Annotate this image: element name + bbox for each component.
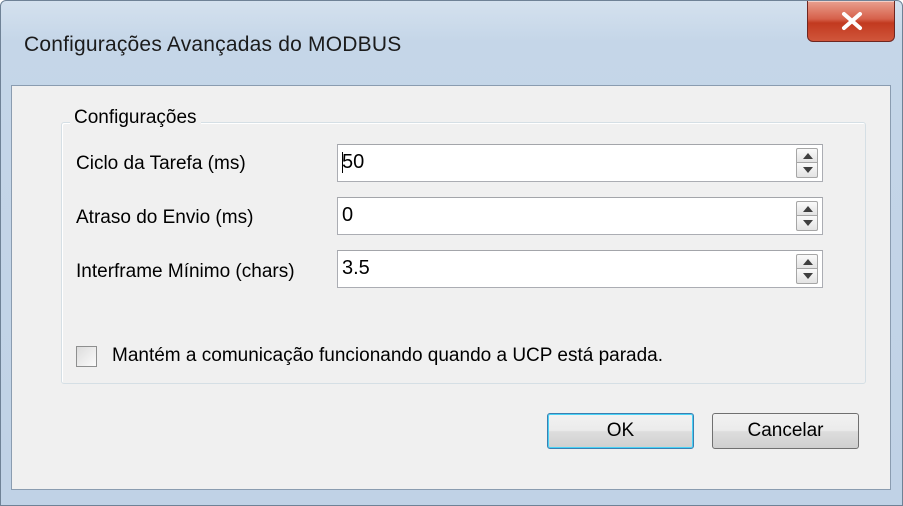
groupbox-legend: Configurações [70, 107, 201, 129]
arrow-up-icon [803, 206, 813, 212]
task-cycle-spinbox[interactable]: 50 [337, 144, 823, 182]
title-bar[interactable]: Configurações Avançadas do MODBUS [1, 1, 902, 85]
send-delay-label: Atraso do Envio (ms) [76, 207, 254, 228]
task-cycle-spin-buttons [796, 148, 818, 178]
task-cycle-label: Ciclo da Tarefa (ms) [76, 153, 246, 174]
arrow-down-icon [803, 273, 813, 279]
task-cycle-increment-button[interactable] [796, 148, 818, 163]
keep-communication-label[interactable]: Mantém a comunicação funcionando quando … [112, 345, 663, 367]
close-icon [842, 12, 862, 30]
arrow-up-icon [803, 259, 813, 265]
send-delay-increment-button[interactable] [796, 201, 818, 216]
close-button[interactable] [807, 1, 895, 42]
task-cycle-value[interactable]: 50 [342, 151, 364, 174]
interframe-spin-buttons [796, 254, 818, 284]
interframe-label: Interframe Mínimo (chars) [76, 261, 295, 282]
arrow-up-icon [803, 153, 813, 159]
interframe-increment-button[interactable] [796, 254, 818, 269]
interframe-spinbox[interactable]: 3.5 [337, 250, 823, 288]
dialog-window: Configurações Avançadas do MODBUS Config… [0, 0, 903, 506]
send-delay-value[interactable]: 0 [342, 204, 353, 227]
send-delay-spinbox[interactable]: 0 [337, 197, 823, 235]
window-title: Configurações Avançadas do MODBUS [24, 33, 402, 56]
send-delay-spin-buttons [796, 201, 818, 231]
keep-communication-checkbox[interactable] [76, 346, 97, 367]
dialog-content: Configurações Ciclo da Tarefa (ms) 50 At… [11, 85, 891, 490]
arrow-down-icon [803, 220, 813, 226]
ok-button[interactable]: OK [547, 413, 694, 449]
arrow-down-icon [803, 167, 813, 173]
task-cycle-decrement-button[interactable] [796, 163, 818, 178]
cancel-button[interactable]: Cancelar [712, 413, 859, 449]
send-delay-decrement-button[interactable] [796, 216, 818, 231]
interframe-decrement-button[interactable] [796, 269, 818, 284]
interframe-value[interactable]: 3.5 [342, 257, 370, 280]
